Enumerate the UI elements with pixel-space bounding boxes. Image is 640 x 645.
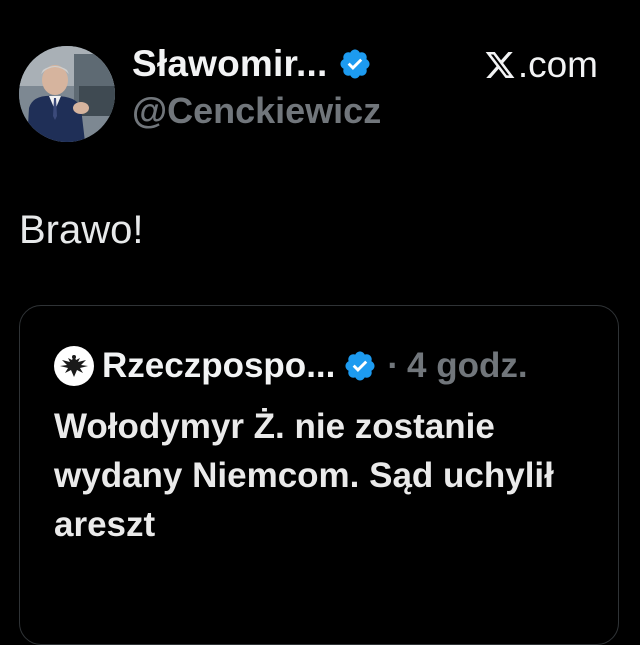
author-handle[interactable]: @Cenckiewicz [132,90,381,132]
quoted-post-card[interactable]: Rzeczpospo... · 4 godz. Wołodymyr Ż. nie… [19,305,619,645]
author-avatar[interactable] [19,46,115,142]
author-name[interactable]: Sławomir... [132,43,328,85]
source-label: .com [484,44,598,86]
quoted-author-name[interactable]: Rzeczpospo... [102,346,335,386]
separator-dot: · [387,346,400,385]
source-domain: .com [517,44,598,85]
verified-badge-icon [343,349,377,383]
quoted-post-time[interactable]: 4 godz. [407,346,528,386]
author-name-row[interactable]: Sławomir... [132,43,372,85]
post-text: Brawo! [19,208,144,252]
verified-badge-icon [338,47,372,81]
x-logo-icon [484,49,516,81]
quoted-post-text: Wołodymyr Ż. nie zostanie wydany Niemcom… [54,407,554,544]
eagle-logo-icon[interactable] [54,346,94,386]
quoted-post-header: Rzeczpospo... · 4 godz. [54,346,528,386]
